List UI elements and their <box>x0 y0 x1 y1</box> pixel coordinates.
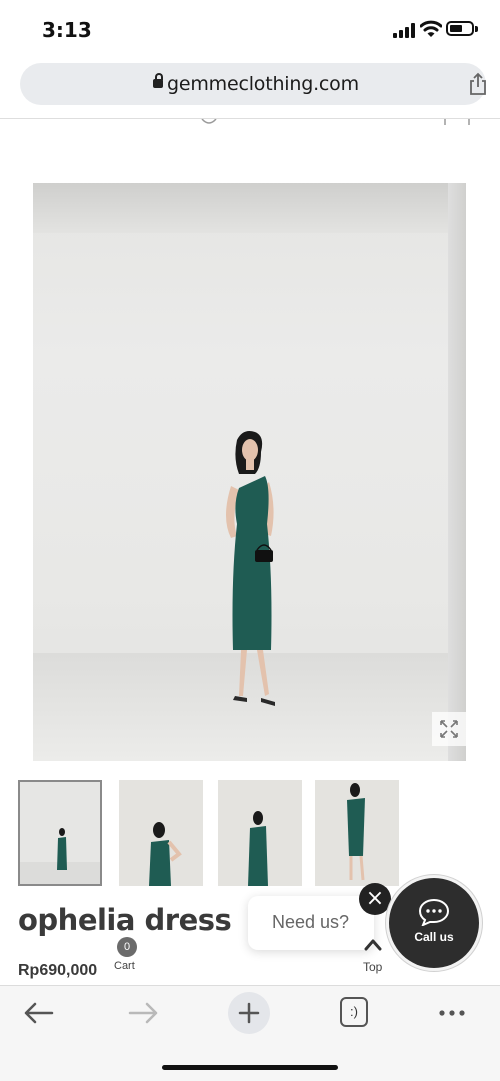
url-text: gemmeclothing.com <box>167 73 359 95</box>
status-time: 3:13 <box>42 18 92 42</box>
chat-bubble-icon <box>418 898 450 926</box>
product-thumbnail[interactable] <box>18 780 102 886</box>
battery-icon <box>446 21 474 36</box>
cellular-signal-icon <box>393 23 417 38</box>
more-menu-icon[interactable] <box>432 996 476 1030</box>
wifi-icon <box>420 20 442 37</box>
product-price: Rp690,000 <box>18 962 98 979</box>
expand-icon[interactable] <box>432 712 466 746</box>
header-divider <box>0 118 500 119</box>
model-figure <box>226 431 275 706</box>
product-thumbnail[interactable] <box>315 780 399 886</box>
thumbnail-strip <box>18 780 418 888</box>
need-us-text: Need us? <box>272 912 350 932</box>
new-tab-plus-icon[interactable] <box>227 991 271 1035</box>
share-icon[interactable] <box>466 72 490 96</box>
tabs-button-label: :) <box>350 1004 358 1019</box>
product-main-image[interactable] <box>33 183 466 761</box>
address-bar[interactable]: gemmeclothing.com <box>20 63 486 105</box>
forward-arrow-icon[interactable] <box>122 996 166 1030</box>
home-indicator <box>162 1065 338 1070</box>
need-us-bubble[interactable]: Need us? <box>248 896 374 950</box>
scroll-top-label[interactable]: Top <box>363 960 382 974</box>
cart-label[interactable]: Cart <box>114 960 135 972</box>
battery-tip <box>475 26 478 32</box>
call-us-label: Call us <box>414 930 454 944</box>
chevron-up-icon[interactable] <box>364 937 382 951</box>
status-bar: 3:13 <box>0 0 500 58</box>
product-thumbnail[interactable] <box>119 780 203 886</box>
tabs-button[interactable]: :) <box>340 997 368 1027</box>
call-us-button[interactable]: Call us <box>389 878 479 968</box>
back-arrow-icon[interactable] <box>16 996 60 1030</box>
product-title: ophelia dress <box>18 903 232 937</box>
product-thumbnail[interactable] <box>218 780 302 886</box>
close-chat-button[interactable]: × <box>359 883 391 915</box>
lock-icon <box>153 73 163 88</box>
cart-count-badge[interactable]: 0 <box>117 937 137 957</box>
